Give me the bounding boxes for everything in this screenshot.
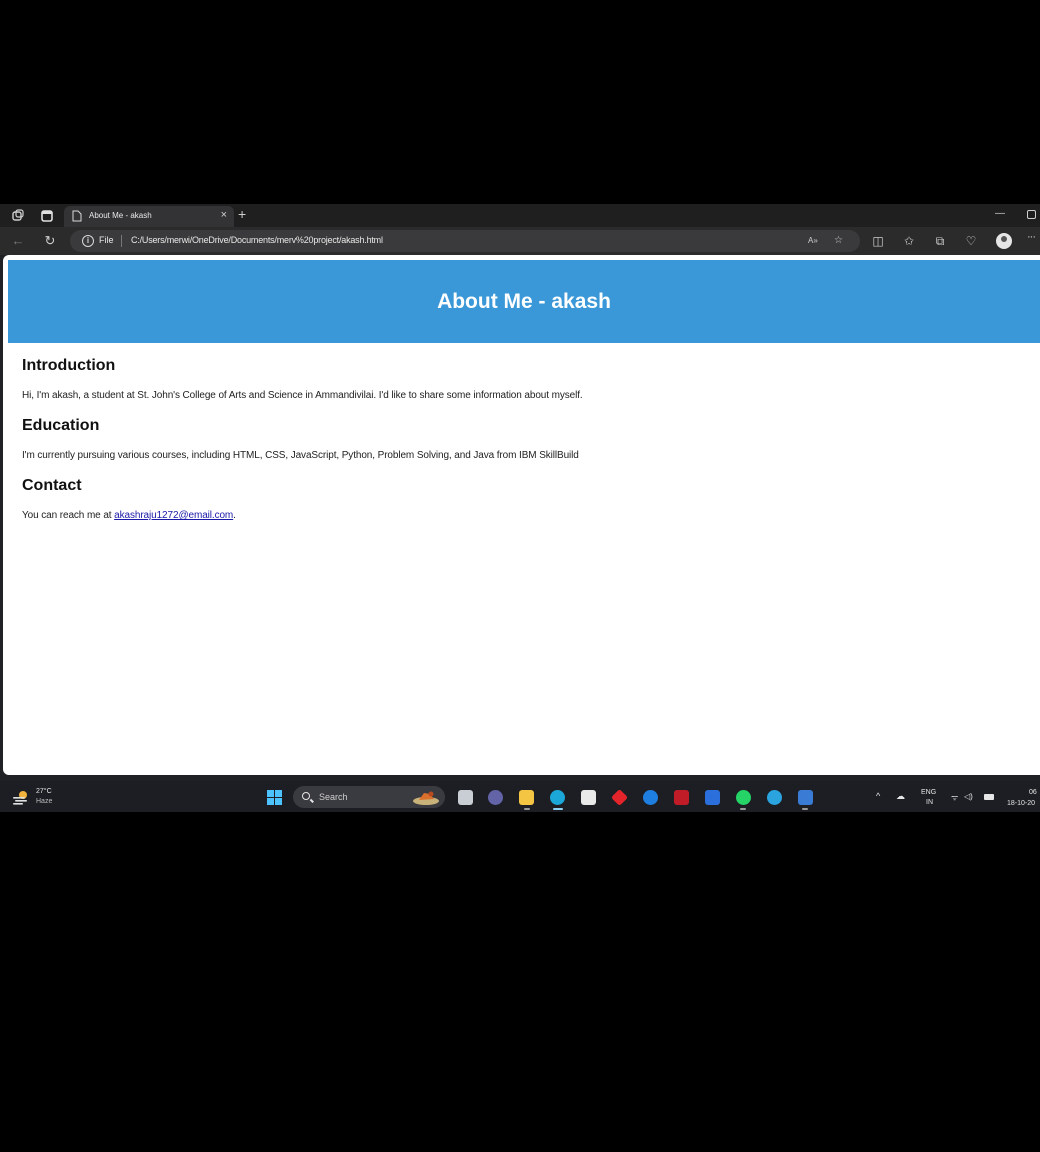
mcafee-icon[interactable] [674,790,689,805]
microsoft-store-icon[interactable] [581,790,596,805]
new-tab-button[interactable]: + [238,207,246,222]
address-bar: ← ↻ i File C:/Users/merwi/OneDrive/Docum… [0,227,1040,255]
help-icon[interactable] [643,790,658,805]
weather-haze-icon[interactable] [12,789,30,805]
browser-essentials-icon[interactable]: ♡ [963,233,979,249]
snipping-tool-icon[interactable] [705,790,720,805]
favorites-icon[interactable]: ✩ [901,233,917,249]
site-header: About Me - akash [8,260,1040,343]
tab-title: About Me - akash [89,211,152,220]
wifi-icon[interactable]: ᯤ [951,792,958,803]
url-text[interactable]: C:/Users/merwi/OneDrive/Documents/merv%2… [131,235,383,245]
tab-about-me[interactable]: About Me - akash × [64,206,234,227]
teams-chat-icon[interactable] [488,790,503,805]
omnibox[interactable]: i File C:/Users/merwi/OneDrive/Documents… [70,230,860,252]
page-icon [72,210,82,222]
language-indicator-top[interactable]: ENG [921,789,936,796]
info-icon[interactable]: i [82,235,94,247]
omnibox-divider [121,235,122,247]
search-highlight-icon[interactable] [411,788,441,806]
page-viewport: About Me - akash Introduction Hi, I'm ak… [3,255,1040,775]
split-screen-icon[interactable]: ◫ [870,233,886,249]
whatsapp-icon[interactable] [736,790,751,805]
contact-text-before: You can reach me at [22,510,115,521]
favorite-star-icon[interactable]: ☆ [834,234,843,248]
refresh-icon[interactable]: ↻ [42,233,58,249]
search-label: Search [319,792,348,802]
tray-overflow-chevron-icon[interactable]: ^ [876,791,880,801]
edge-browser-icon[interactable] [550,790,565,805]
volume-icon[interactable]: ◁) [964,792,973,801]
telegram-icon[interactable] [767,790,782,805]
page-title: About Me - akash [437,290,611,313]
more-menu-icon[interactable]: ··· [1027,231,1036,243]
read-aloud-icon[interactable]: A» [808,234,818,248]
collections-icon[interactable]: ⧉ [932,233,948,249]
tab-bar: About Me - akash × + — [0,204,1040,227]
email-link[interactable]: akashraju1272@email.com [114,510,233,521]
profile-avatar-icon[interactable] [996,233,1012,249]
close-tab-icon[interactable]: × [221,209,227,222]
contact-text-after: . [233,510,236,521]
weather-temperature[interactable]: 27°C [36,788,52,795]
file-explorer-icon[interactable] [519,790,534,805]
maximize-button[interactable] [1027,210,1036,219]
tab-actions-icon[interactable] [40,209,54,223]
onedrive-cloud-icon[interactable]: ☁ [896,791,905,802]
browser-window: About Me - akash × + — ← ↻ i File C:/Use… [0,204,1040,812]
red-app-icon[interactable] [611,789,628,806]
battery-icon[interactable] [984,794,994,800]
clock-time[interactable]: 06 [1029,789,1037,796]
clock-date[interactable]: 18-10-20 [1007,800,1035,807]
taskbar: 27°C Haze Search ^ ☁ ENG IN ᯤ ◁) 06 18-1… [0,781,1040,812]
language-indicator-bottom[interactable]: IN [926,799,933,806]
section-text-introduction: Hi, I'm akash, a student at St. John's C… [22,390,583,401]
section-text-contact: You can reach me at akashraju1272@email.… [22,510,236,521]
weather-description[interactable]: Haze [36,798,52,805]
whatsapp-indicator [740,808,746,810]
back-arrow-icon[interactable]: ← [10,233,26,249]
windows-start-icon[interactable] [267,790,283,806]
task-view-icon[interactable] [458,790,473,805]
section-title-introduction: Introduction [22,357,116,374]
scheme-label: File [99,235,114,245]
section-text-education: I'm currently pursuing various courses, … [22,450,579,461]
workspaces-icon[interactable] [11,209,25,223]
notepad-indicator [802,808,808,810]
notepad-icon[interactable] [798,790,813,805]
section-title-education: Education [22,417,100,434]
search-icon [302,792,310,800]
section-title-contact: Contact [22,477,82,494]
minimize-button[interactable]: — [995,208,1005,219]
file-explorer-indicator [524,808,530,810]
edge-active-indicator [553,808,563,810]
taskbar-search[interactable]: Search [293,786,445,808]
